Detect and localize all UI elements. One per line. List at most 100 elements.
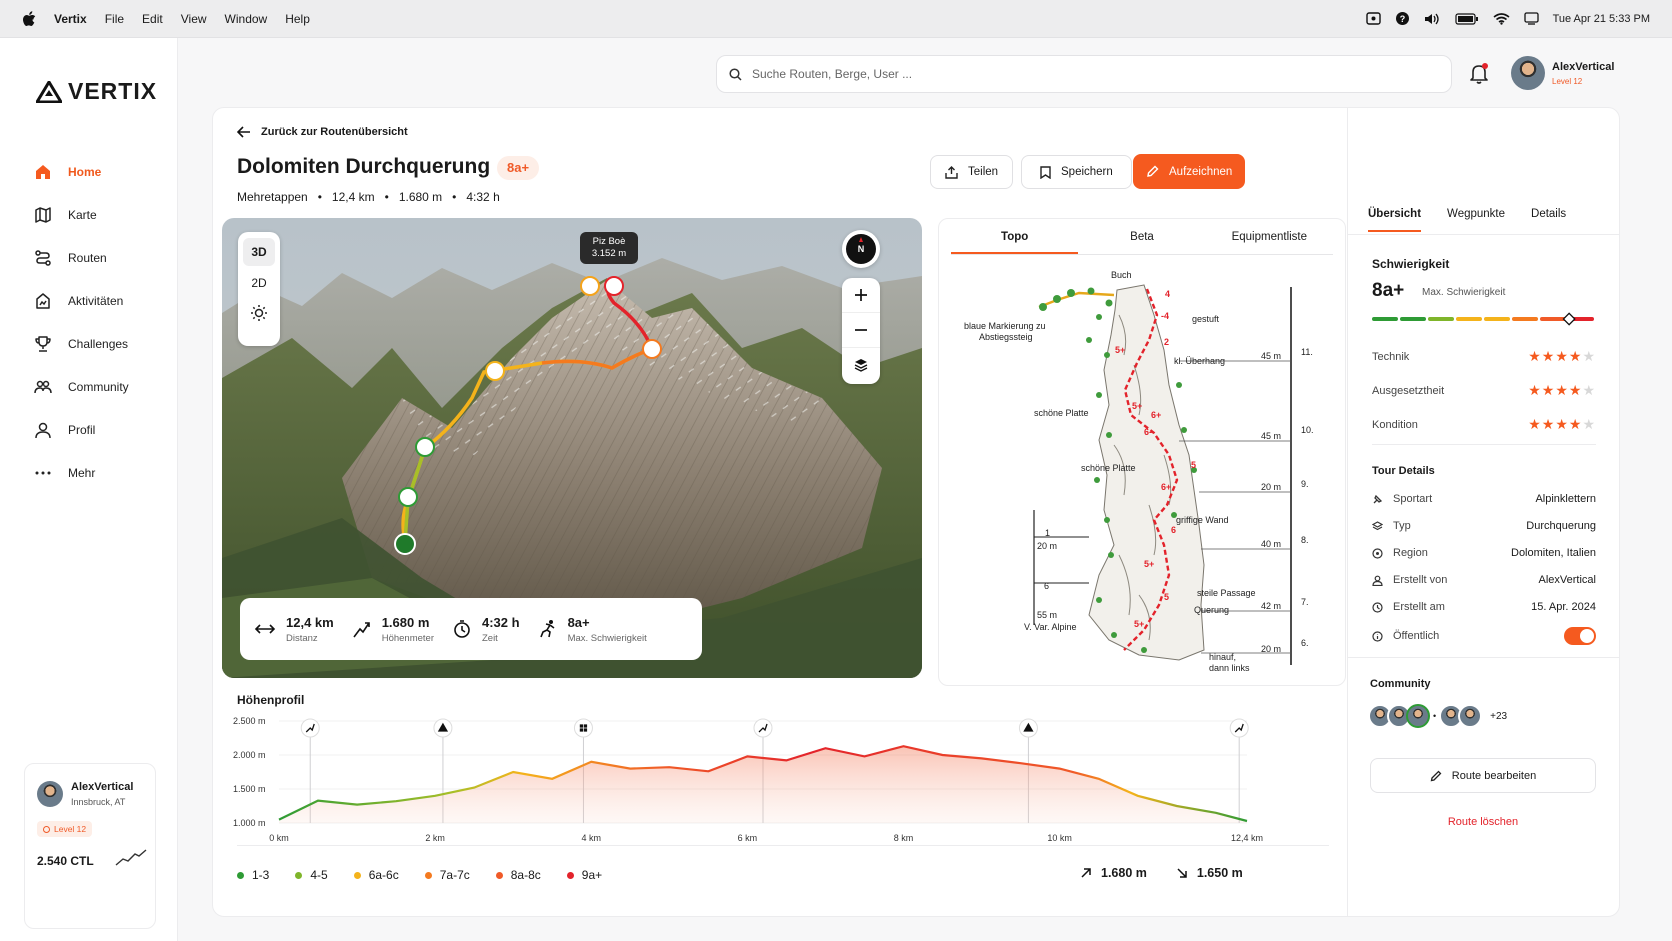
tab-topo[interactable]: Topo [951, 219, 1079, 254]
stat-label: Zeit [481, 632, 498, 644]
delete-route-link[interactable]: Route löschen [1370, 816, 1596, 828]
difficulty-scale [1372, 312, 1594, 326]
waypoint-summit-marker[interactable] [604, 276, 624, 296]
menubar-datetime[interactable]: Tue Apr 21 5:33 PM [1553, 13, 1650, 25]
sidebar-item-routen[interactable]: Routen [34, 236, 164, 279]
tab-details[interactable]: Details [1531, 208, 1566, 232]
help-icon[interactable]: ? [1395, 11, 1410, 26]
start-marker[interactable] [394, 533, 416, 555]
back-link[interactable]: Zurück zur Routenübersicht [237, 126, 408, 138]
mode-2d-button[interactable]: 2D [238, 266, 280, 300]
zoom-in-button[interactable] [842, 278, 880, 312]
x-tick-label: 6 km [738, 833, 758, 843]
tab-wegpunkte[interactable]: Wegpunkte [1447, 208, 1505, 232]
menubar-app-name[interactable]: Vertix [54, 12, 87, 26]
sidebar-item-label: Challenges [68, 336, 129, 351]
stat-elevation: 1.680 m Höhenmeter [352, 615, 434, 644]
control-center-icon[interactable] [1523, 12, 1539, 25]
user-summary-card[interactable]: AlexVertical Innsbruck, AT Level 12 2.54… [24, 763, 156, 929]
grade-label: 2 [1164, 337, 1169, 347]
legend-dot [237, 871, 244, 879]
volume-icon[interactable] [1424, 12, 1441, 26]
menu-help[interactable]: Help [285, 12, 310, 26]
menu-view[interactable]: View [181, 12, 207, 26]
topo-label-slab: schöne Platte [1081, 463, 1136, 473]
sidebar-item-home[interactable]: Home [34, 150, 164, 193]
tab-beta[interactable]: Beta [1078, 219, 1205, 254]
menu-window[interactable]: Window [225, 12, 268, 26]
layers-button[interactable] [842, 348, 880, 382]
header-avatar[interactable] [1511, 56, 1545, 90]
topo-label-blue-marking: blaue Markierung zu [964, 321, 1046, 331]
sidebar-item-karte[interactable]: Karte [34, 193, 164, 236]
record-label: Aufzeichnen [1169, 165, 1233, 178]
edit-route-button[interactable]: Route bearbeiten [1370, 758, 1596, 793]
distance-icon [254, 624, 276, 634]
difficulty-segment [1372, 317, 1398, 321]
waypoint-marker[interactable] [485, 361, 505, 381]
sidebar-item-aktivitaeten[interactable]: Aktivitäten [34, 279, 164, 322]
y-tick-label: 1.500 m [233, 784, 266, 794]
brand-logo[interactable]: VERTIX [36, 78, 157, 105]
hut-waypoint-icon[interactable] [573, 718, 593, 738]
tab-uebersicht[interactable]: Übersicht [1368, 208, 1422, 232]
route-title: Dolomiten Durchquerung [237, 155, 491, 178]
home-icon [36, 164, 50, 179]
tab-equipmentliste[interactable]: Equipmentliste [1206, 219, 1333, 254]
waypoint-marker[interactable] [642, 339, 662, 359]
sidebar-item-profil[interactable]: Profil [34, 408, 164, 451]
public-toggle[interactable] [1564, 627, 1596, 645]
difficulty-segment [1484, 317, 1510, 321]
share-button[interactable]: Teilen [930, 155, 1014, 189]
wifi-icon[interactable] [1493, 12, 1510, 25]
stat-distance: 12,4 km Distanz [254, 615, 334, 644]
detail-label: Öffentlich [1393, 630, 1440, 642]
community-avatars[interactable]: • +23 [1368, 704, 1507, 728]
y-tick-label: 2.000 m [233, 750, 266, 760]
search-input[interactable] [752, 67, 1352, 81]
rating-row-kondition: Kondition ★★★★★ [1372, 416, 1596, 433]
zoom-out-button[interactable] [842, 312, 880, 348]
total-ascent: 1.680 m [1081, 866, 1147, 880]
route-duration: 4:32 h [466, 190, 500, 204]
meta-separator: • [452, 190, 457, 204]
grade-legend: 1-3 4-5 6a-6c 7a-7c 8a-8c 9a+ [237, 868, 602, 882]
menu-file[interactable]: File [105, 12, 124, 26]
topo-label-up: hinauf, [1209, 652, 1236, 662]
battery-icon[interactable] [1454, 12, 1479, 25]
legend-item: 6a-6c [353, 868, 399, 882]
save-label: Speichern [1061, 166, 1113, 178]
waypoint-summit-marker[interactable] [580, 276, 600, 296]
menu-edit[interactable]: Edit [142, 12, 163, 26]
screen-record-icon[interactable] [1365, 12, 1381, 25]
notification-bell-icon[interactable] [1468, 62, 1490, 84]
user-name: AlexVertical [71, 781, 134, 793]
topo-drawing: 4 -4 2 5+ 5+ 6+ 5 6- 6+ 6 5+ 5 5+ Buch b… [964, 270, 1314, 673]
waypoint-marker[interactable] [398, 487, 418, 507]
header-user-name[interactable]: AlexVertical [1552, 61, 1614, 73]
detail-value: AlexVertical [1538, 574, 1596, 586]
level-label: Level 12 [54, 824, 87, 834]
record-button[interactable]: Aufzeichnen [1133, 154, 1246, 189]
rating-label: Kondition [1372, 418, 1418, 431]
sidebar-item-challenges[interactable]: Challenges [34, 322, 164, 365]
climber-icon [539, 620, 555, 638]
waypoint-marker[interactable] [415, 437, 435, 457]
mode-3d-button[interactable]: 3D [243, 238, 275, 266]
legend-label: 7a-7c [439, 868, 470, 882]
apple-icon[interactable] [22, 10, 36, 27]
light-mode-button[interactable] [238, 300, 280, 322]
more-icon [35, 471, 51, 474]
save-button[interactable]: Speichern [1021, 155, 1132, 189]
compass-button[interactable]: N [842, 230, 880, 268]
search-bar[interactable] [716, 55, 1452, 93]
map-3d-view[interactable]: Piz Boè 3.152 m 3D 2D N 12,4 km Distanz … [222, 218, 922, 678]
route-icon [35, 249, 51, 266]
detail-value: Dolomiten, Italien [1511, 547, 1596, 559]
legend-item: 1-3 [237, 868, 269, 882]
sidebar-item-mehr[interactable]: Mehr [34, 451, 164, 494]
sidebar-item-label: Aktivitäten [68, 293, 124, 308]
user-icon [1372, 575, 1383, 586]
activity-icon [36, 292, 50, 309]
sidebar-item-community[interactable]: Community [34, 365, 164, 408]
